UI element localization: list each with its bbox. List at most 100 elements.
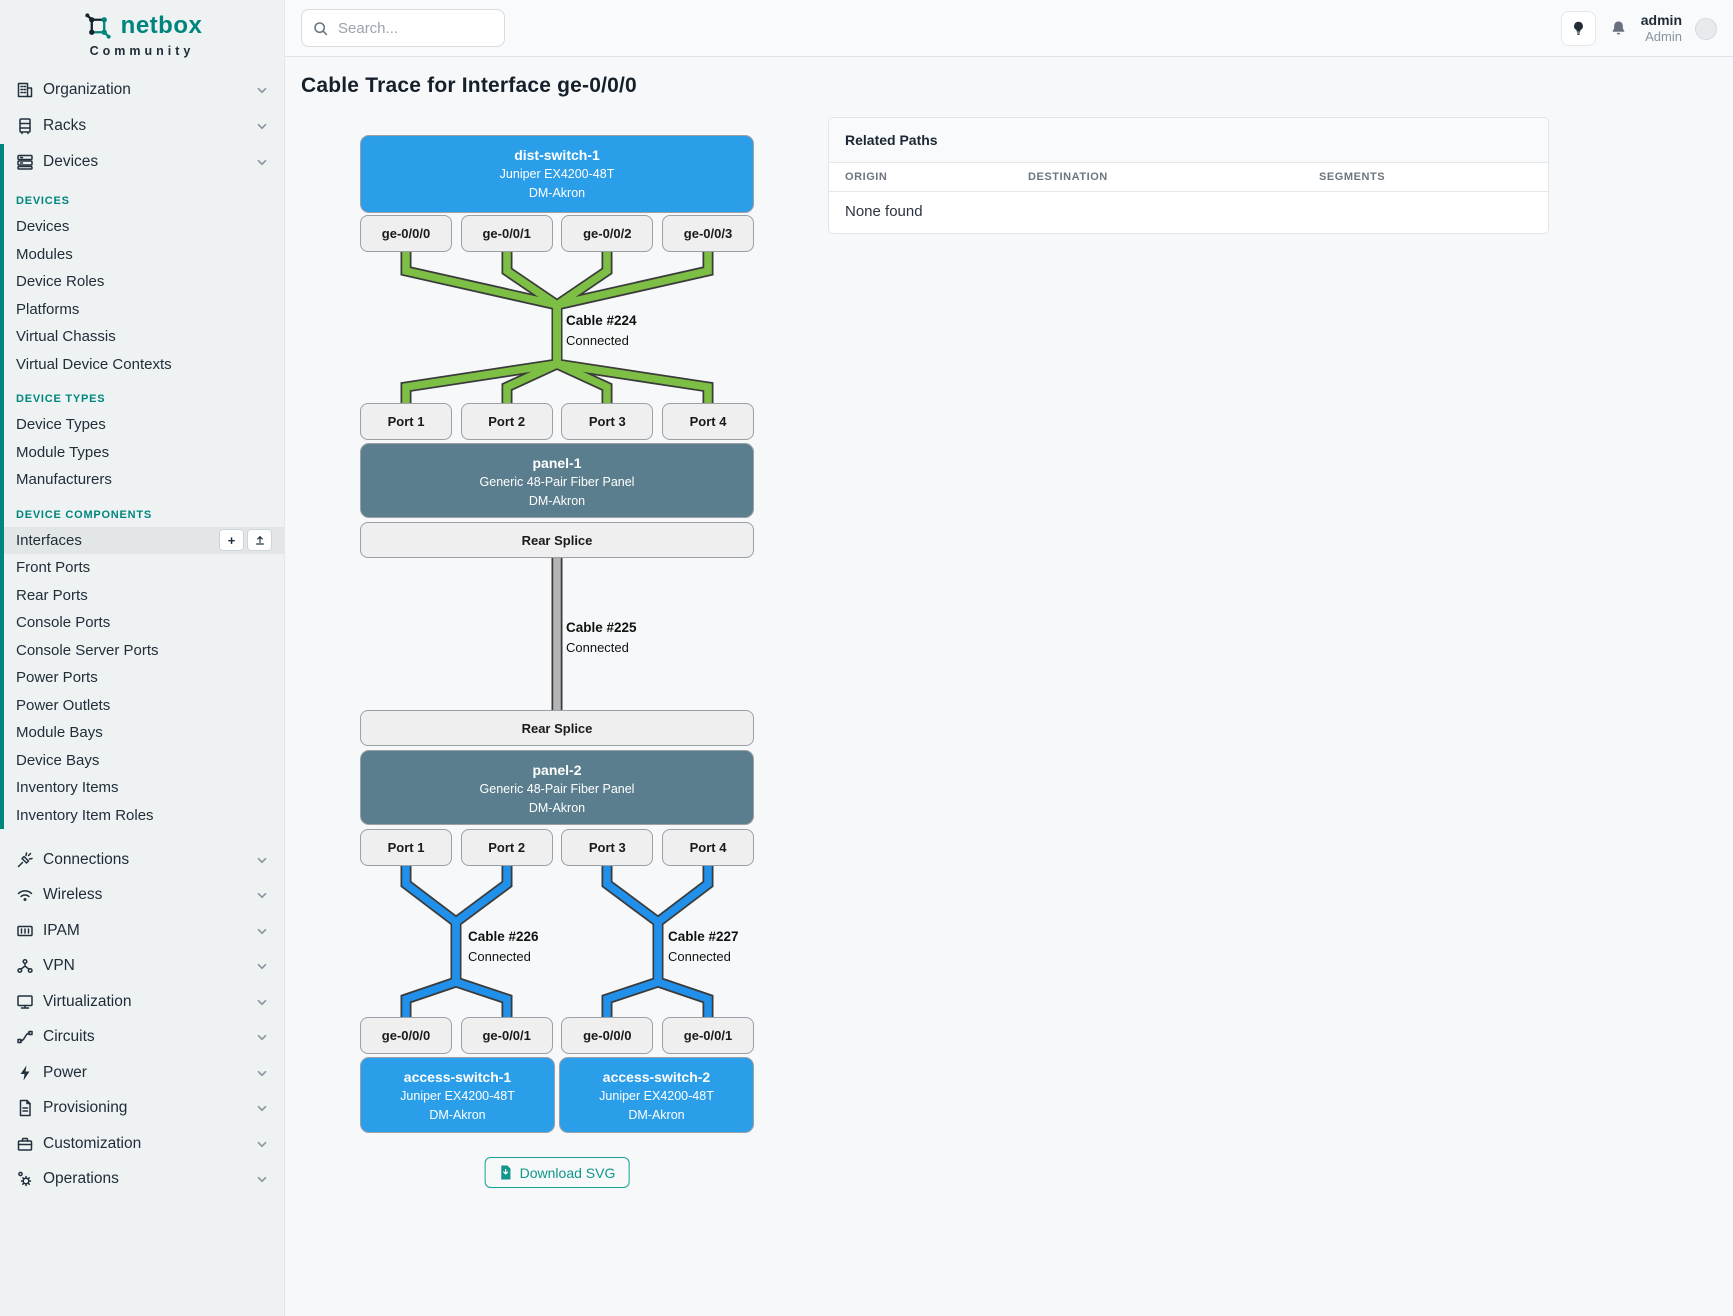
sub-item-label: Front Ports bbox=[16, 559, 90, 576]
node-access-switch-2[interactable]: access-switch-2 Juniper EX4200-48T DM-Ak… bbox=[559, 1057, 754, 1133]
lightbulb-icon bbox=[1570, 20, 1587, 37]
sidebar-item-ipam[interactable]: IPAM bbox=[0, 913, 284, 949]
port-ge-0-0-2[interactable]: ge-0/0/2 bbox=[561, 215, 653, 252]
sidebar-item-label: Virtualization bbox=[43, 993, 131, 1011]
chevron-down-icon bbox=[254, 994, 270, 1010]
sub-item-label: Rear Ports bbox=[16, 587, 88, 604]
port-ge-0-0-0[interactable]: ge-0/0/0 bbox=[360, 215, 452, 252]
devices-section-wrap: Devices DEVICES Devices Modules Device R… bbox=[0, 144, 284, 829]
user-menu[interactable]: admin Admin bbox=[1641, 12, 1682, 44]
cable-224-label: Cable #224 Connected bbox=[566, 311, 637, 351]
port-panel2-port1[interactable]: Port 1 bbox=[360, 829, 452, 866]
sidebar-item-customization[interactable]: Customization bbox=[0, 1126, 284, 1162]
node-model: Juniper EX4200-48T bbox=[361, 165, 753, 184]
wifi-icon bbox=[16, 886, 34, 904]
node-panel-2[interactable]: panel-2 Generic 48-Pair Fiber Panel DM-A… bbox=[360, 750, 754, 825]
sidebar-item-front-ports[interactable]: Front Ports bbox=[4, 554, 284, 582]
sidebar-item-console-server-ports[interactable]: Console Server Ports bbox=[4, 637, 284, 665]
sidebar-item-virtual-device-contexts[interactable]: Virtual Device Contexts bbox=[4, 351, 284, 379]
brand-name: netbox bbox=[121, 12, 203, 40]
related-paths-card: Related Paths ORIGIN DESTINATION SEGMENT… bbox=[828, 117, 1549, 234]
sidebar-item-manufacturers[interactable]: Manufacturers bbox=[4, 466, 284, 494]
briefcase-icon bbox=[16, 1135, 34, 1153]
avatar[interactable] bbox=[1695, 18, 1717, 40]
sidebar-item-wireless[interactable]: Wireless bbox=[0, 878, 284, 914]
port-asw2-ge-0-0-1[interactable]: ge-0/0/1 bbox=[662, 1017, 754, 1054]
node-site: DM-Akron bbox=[361, 492, 753, 511]
add-button[interactable]: + bbox=[219, 529, 244, 551]
sidebar-item-operations[interactable]: Operations bbox=[0, 1162, 284, 1198]
search-box[interactable] bbox=[301, 9, 505, 47]
port-label: Port 2 bbox=[488, 840, 525, 855]
netbox-logo[interactable]: netbox bbox=[0, 10, 284, 42]
cable-link[interactable]: Cable #224 bbox=[566, 311, 637, 331]
sidebar-item-vpn[interactable]: VPN bbox=[0, 949, 284, 985]
sub-item-label: Device Bays bbox=[16, 752, 99, 769]
sidebar-item-device-bays[interactable]: Device Bays bbox=[4, 747, 284, 775]
sidebar-item-power[interactable]: Power bbox=[0, 1055, 284, 1091]
theme-toggle-button[interactable] bbox=[1561, 11, 1596, 46]
port-panel1-rear-splice[interactable]: Rear Splice bbox=[360, 522, 754, 558]
sidebar-item-inventory-items[interactable]: Inventory Items bbox=[4, 774, 284, 802]
node-name: access-switch-2 bbox=[560, 1067, 753, 1087]
port-panel1-port1[interactable]: Port 1 bbox=[360, 403, 452, 440]
sidebar-item-power-ports[interactable]: Power Ports bbox=[4, 664, 284, 692]
sidebar-item-provisioning[interactable]: Provisioning bbox=[0, 1091, 284, 1127]
port-panel1-port2[interactable]: Port 2 bbox=[461, 403, 553, 440]
port-panel2-rear-splice[interactable]: Rear Splice bbox=[360, 710, 754, 746]
port-panel2-port2[interactable]: Port 2 bbox=[461, 829, 553, 866]
sidebar-item-power-outlets[interactable]: Power Outlets bbox=[4, 692, 284, 720]
sidebar-item-label: Customization bbox=[43, 1135, 141, 1153]
sidebar-item-devices-list[interactable]: Devices bbox=[4, 213, 284, 241]
sidebar-item-devices[interactable]: Devices bbox=[4, 144, 284, 180]
top-header: admin Admin bbox=[285, 0, 1733, 57]
search-input[interactable] bbox=[338, 20, 488, 37]
cable-link[interactable]: Cable #225 bbox=[566, 618, 637, 638]
node-site: DM-Akron bbox=[560, 1106, 753, 1125]
column-header-segments: SEGMENTS bbox=[1319, 171, 1532, 183]
sidebar-item-device-types[interactable]: Device Types bbox=[4, 411, 284, 439]
sidebar-item-connections[interactable]: Connections bbox=[0, 842, 284, 878]
port-panel1-port3[interactable]: Port 3 bbox=[561, 403, 653, 440]
download-svg-button[interactable]: Download SVG bbox=[485, 1157, 630, 1188]
section-heading-device-types: DEVICE TYPES bbox=[4, 393, 284, 405]
cable-status: Connected bbox=[566, 638, 637, 658]
sidebar-item-rear-ports[interactable]: Rear Ports bbox=[4, 582, 284, 610]
cable-link[interactable]: Cable #227 bbox=[668, 927, 739, 947]
sidebar-item-inventory-item-roles[interactable]: Inventory Item Roles bbox=[4, 802, 284, 830]
port-ge-0-0-3[interactable]: ge-0/0/3 bbox=[662, 215, 754, 252]
sidebar-item-label: Racks bbox=[43, 117, 86, 135]
port-asw1-ge-0-0-0[interactable]: ge-0/0/0 bbox=[360, 1017, 452, 1054]
sidebar-item-virtual-chassis[interactable]: Virtual Chassis bbox=[4, 323, 284, 351]
port-label: ge-0/0/1 bbox=[482, 226, 530, 241]
port-asw1-ge-0-0-1[interactable]: ge-0/0/1 bbox=[461, 1017, 553, 1054]
node-dist-switch-1[interactable]: dist-switch-1 Juniper EX4200-48T DM-Akro… bbox=[360, 135, 754, 213]
sidebar-item-platforms[interactable]: Platforms bbox=[4, 296, 284, 324]
port-ge-0-0-1[interactable]: ge-0/0/1 bbox=[461, 215, 553, 252]
sidebar-item-console-ports[interactable]: Console Ports bbox=[4, 609, 284, 637]
sidebar-item-interfaces[interactable]: Interfaces + bbox=[4, 527, 284, 555]
sidebar-item-module-bays[interactable]: Module Bays bbox=[4, 719, 284, 747]
node-panel-1[interactable]: panel-1 Generic 48-Pair Fiber Panel DM-A… bbox=[360, 443, 754, 518]
sidebar-item-circuits[interactable]: Circuits bbox=[0, 1020, 284, 1056]
sidebar-item-module-types[interactable]: Module Types bbox=[4, 439, 284, 467]
port-panel2-port4[interactable]: Port 4 bbox=[662, 829, 754, 866]
node-model: Generic 48-Pair Fiber Panel bbox=[361, 780, 753, 799]
sidebar-item-modules[interactable]: Modules bbox=[4, 241, 284, 269]
sidebar-item-label: Devices bbox=[43, 153, 98, 171]
import-button[interactable] bbox=[247, 529, 272, 551]
cable-plug-icon bbox=[16, 851, 34, 869]
cable-link[interactable]: Cable #226 bbox=[468, 927, 539, 947]
cable-status: Connected bbox=[468, 947, 539, 967]
sidebar-item-racks[interactable]: Racks bbox=[0, 108, 284, 144]
sidebar-item-device-roles[interactable]: Device Roles bbox=[4, 268, 284, 296]
port-panel2-port3[interactable]: Port 3 bbox=[561, 829, 653, 866]
node-access-switch-1[interactable]: access-switch-1 Juniper EX4200-48T DM-Ak… bbox=[360, 1057, 555, 1133]
port-panel1-port4[interactable]: Port 4 bbox=[662, 403, 754, 440]
port-asw2-ge-0-0-0[interactable]: ge-0/0/0 bbox=[561, 1017, 653, 1054]
server-stack-icon bbox=[16, 153, 34, 171]
notifications-button[interactable] bbox=[1609, 19, 1628, 38]
sidebar-item-organization[interactable]: Organization bbox=[0, 72, 284, 108]
port-label: Port 4 bbox=[690, 414, 727, 429]
sidebar-item-virtualization[interactable]: Virtualization bbox=[0, 984, 284, 1020]
